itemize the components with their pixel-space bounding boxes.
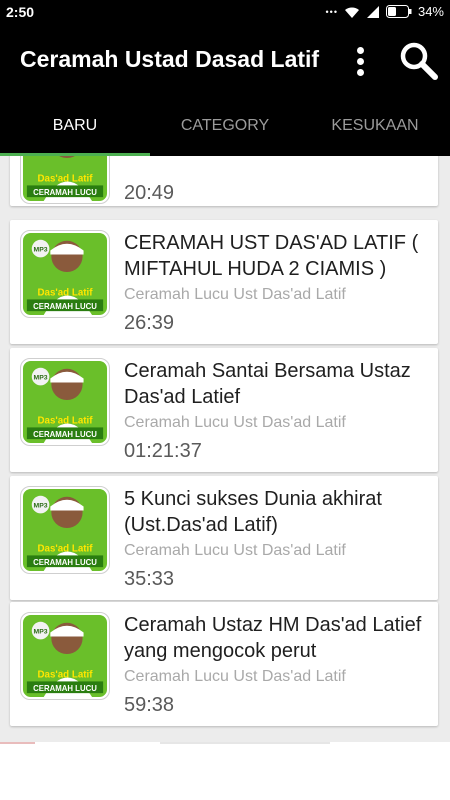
- thumbnail-caption: CERAMAH LUCU: [33, 302, 97, 311]
- app-bar: Ceramah Ustad Dasad Latif: [0, 26, 450, 96]
- tab-baru[interactable]: BARU: [0, 96, 150, 156]
- item-title: CERAMAH UST DAS'AD LATIF ( MIFTAHUL HUDA…: [124, 232, 419, 280]
- svg-text:CERAMAH LUCU: CERAMAH LUCU: [33, 188, 97, 197]
- thumbnail-caption: CERAMAH LUCU: [33, 558, 97, 567]
- app-title: Ceramah Ustad Dasad Latif: [20, 46, 320, 72]
- thumbnail-badge: MP3: [34, 503, 48, 510]
- list-item[interactable]: MP3 Das'ad Latif CERAMAH LUCU Ceramah Sa…: [10, 348, 438, 472]
- divider: [160, 742, 330, 744]
- tab-category[interactable]: CATEGORY: [150, 96, 300, 156]
- tab-bar: BARU CATEGORY KESUKAAN: [0, 96, 450, 156]
- item-subtitle: Ceramah Lucu Ust Das'ad Latif: [124, 542, 346, 559]
- notification-dots-icon: •••: [325, 6, 338, 17]
- thumbnail: MP3 Das'ad Latif CERAMAH LUCU: [20, 612, 110, 700]
- bottom-area: [0, 742, 450, 800]
- thumbnail-name: Das'ad Latif: [38, 416, 94, 427]
- thumbnail-caption: CERAMAH LUCU: [33, 684, 97, 693]
- svg-text:Das'ad Latif: Das'ad Latif: [38, 174, 94, 185]
- lecture-cover-image: MP3 Das'ad Latif CERAMAH LUCU: [22, 232, 108, 317]
- battery-icon: [385, 5, 412, 18]
- more-vert-icon[interactable]: [345, 42, 375, 80]
- lecture-list[interactable]: MP3 Das'ad Latif CERAMAH LUCU 20:49 MP3 …: [0, 156, 450, 742]
- item-subtitle: Ceramah Lucu Ust Das'ad Latif: [124, 414, 346, 431]
- list-item[interactable]: MP3 Das'ad Latif CERAMAH LUCU CERAMAH US…: [10, 220, 438, 344]
- thumbnail: MP3 Das'ad Latif CERAMAH LUCU: [20, 156, 110, 204]
- thumbnail-name: Das'ad Latif: [38, 288, 94, 299]
- lecture-cover-image: MP3 Das'ad Latif CERAMAH LUCU: [22, 156, 108, 203]
- lecture-cover-image: MP3 Das'ad Latif CERAMAH LUCU: [22, 488, 108, 573]
- status-time: 2:50: [6, 4, 35, 20]
- item-duration: 01:21:37: [124, 440, 202, 462]
- list-item[interactable]: MP3 Das'ad Latif CERAMAH LUCU Ceramah Us…: [10, 602, 438, 726]
- tab-kesukaan[interactable]: KESUKAAN: [300, 96, 450, 156]
- search-icon[interactable]: [398, 40, 440, 82]
- status-icons: ••• 34%: [326, 4, 444, 19]
- thumbnail: MP3 Das'ad Latif CERAMAH LUCU: [20, 358, 110, 446]
- item-duration: 20:49: [124, 182, 175, 204]
- divider: [0, 742, 35, 744]
- item-title: Ceramah Santai Bersama Ustaz Das'ad Lati…: [124, 360, 411, 408]
- lecture-cover-image: MP3 Das'ad Latif CERAMAH LUCU: [22, 360, 108, 445]
- status-bar: 2:50 ••• 34%: [0, 0, 450, 26]
- list-item[interactable]: MP3 Das'ad Latif CERAMAH LUCU 5 Kunci su…: [10, 476, 438, 600]
- thumbnail-badge: MP3: [34, 247, 48, 254]
- signal-icon: [366, 5, 379, 18]
- lecture-cover-image: MP3 Das'ad Latif CERAMAH LUCU: [22, 614, 108, 699]
- list-item[interactable]: MP3 Das'ad Latif CERAMAH LUCU 20:49: [10, 156, 438, 206]
- item-duration: 26:39: [124, 312, 175, 334]
- thumbnail-badge: MP3: [34, 375, 48, 382]
- thumbnail: MP3 Das'ad Latif CERAMAH LUCU: [20, 230, 110, 318]
- wifi-icon: [344, 6, 359, 18]
- item-duration: 35:33: [124, 568, 175, 590]
- item-duration: 59:38: [124, 694, 175, 716]
- item-subtitle: Ceramah Lucu Ust Das'ad Latif: [124, 286, 346, 303]
- item-subtitle: Ceramah Lucu Ust Das'ad Latif: [124, 668, 346, 685]
- thumbnail: MP3 Das'ad Latif CERAMAH LUCU: [20, 486, 110, 574]
- thumbnail-name: Das'ad Latif: [38, 544, 94, 555]
- item-title: Ceramah Ustaz HM Das'ad Latief yang meng…: [124, 614, 422, 662]
- thumbnail-name: Das'ad Latif: [38, 670, 94, 681]
- thumbnail-badge: MP3: [34, 629, 48, 636]
- thumbnail-caption: CERAMAH LUCU: [33, 430, 97, 439]
- item-title: 5 Kunci sukses Dunia akhirat (Ust.Das'ad…: [124, 488, 382, 536]
- battery-level: 34%: [417, 4, 444, 19]
